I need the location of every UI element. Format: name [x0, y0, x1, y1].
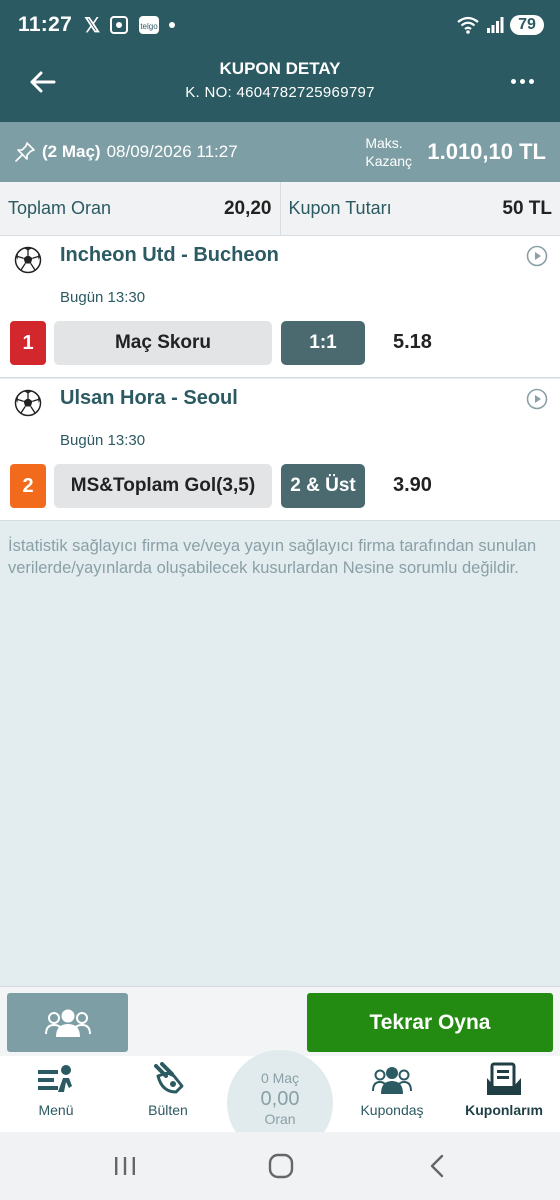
coupon-number: K. NO: 4604782725969797: [185, 84, 375, 101]
bottom-navigation: Menü Bülten 0 Maç 0,00 Oran Kupondaş Kup…: [0, 1050, 560, 1156]
coupon-datetime: 08/09/2026 11:27: [106, 142, 238, 161]
home-button[interactable]: [251, 1148, 311, 1184]
system-navigation-bar: [0, 1132, 560, 1200]
market-name: MS&Toplam Gol(3,5): [54, 464, 272, 508]
bulletin-icon: [154, 1062, 184, 1094]
more-dot: [519, 78, 525, 84]
screenshot-icon: [109, 15, 129, 35]
nav-kuponlarim-label: Kuponlarım: [465, 1102, 543, 1118]
selection-pick: 1:1: [281, 321, 365, 365]
nav-bulletin-label: Bülten: [148, 1102, 188, 1118]
nav-kupondas[interactable]: Kupondaş: [337, 1062, 447, 1126]
nav-kupondas-label: Kupondaş: [360, 1102, 424, 1118]
pin-icon[interactable]: [14, 141, 36, 163]
notification-dot: [169, 22, 176, 28]
nav-kuponlarim[interactable]: Kuponlarım: [449, 1062, 559, 1126]
more-options-button[interactable]: [506, 66, 538, 96]
recent-apps-button[interactable]: [95, 1148, 155, 1184]
max-win-value: 1.010,10 TL: [427, 139, 546, 164]
soccer-ball-icon: [14, 246, 42, 274]
status-icons: 𝕏 telgo: [84, 13, 176, 38]
x-icon: 𝕏: [84, 14, 101, 37]
total-odds-label: Toplam Oran: [8, 198, 112, 218]
signal-icon: [486, 16, 504, 34]
match-time: Bugün 13:30: [60, 289, 146, 306]
match-title[interactable]: Ulsan Hora - Seoul: [60, 387, 238, 410]
selection-odds: 3.90: [393, 474, 432, 496]
max-win-label: Maks. Kazanç: [365, 134, 421, 170]
total-odds: Toplam Oran 20,20: [0, 182, 280, 235]
my-coupons-icon: [487, 1062, 521, 1095]
max-win-label-line2: Kazanç: [365, 153, 413, 169]
slip-odds: 0,00: [260, 1088, 300, 1110]
total-odds-value: 20,20: [223, 197, 272, 219]
more-dot: [510, 78, 516, 84]
nav-menu[interactable]: Menü: [1, 1062, 111, 1126]
battery-level: 79: [510, 15, 544, 35]
app-badge-text: telgo: [141, 22, 159, 31]
coupon-stake: Kupon Tutarı 50 TL: [279, 182, 560, 235]
status-time: 11:27: [18, 13, 73, 36]
replay-button[interactable]: Tekrar Oyna: [307, 993, 553, 1052]
more-dot: [528, 78, 534, 84]
soccer-ball-icon: [14, 389, 42, 417]
selection-pick: 2 & Üst: [281, 464, 365, 508]
totals-row: Toplam Oran 20,20 Kupon Tutarı 50 TL: [0, 182, 560, 236]
match-card[interactable]: Ulsan Hora - Seoul Bugün 13:30 2 MS&Topl…: [0, 379, 560, 521]
page-title: KUPON DETAY: [219, 59, 341, 78]
selection-odds: 5.18: [393, 331, 432, 353]
slip-match-count: 0 Maç: [260, 1070, 300, 1086]
match-number-badge: 1: [10, 321, 46, 365]
match-count: (2 Maç): [42, 142, 101, 161]
app-header: KUPON DETAY K. NO: 4604782725969797: [0, 50, 560, 122]
telegram-app-icon: telgo: [138, 15, 160, 35]
status-right: 79: [456, 15, 544, 35]
coupon-info-band: (2 Maç) 08/09/2026 11:27 Maks. Kazanç 1.…: [0, 122, 560, 182]
nav-bulletin[interactable]: Bülten: [113, 1062, 223, 1126]
action-row: Tekrar Oyna: [0, 986, 560, 1056]
stake-label: Kupon Tutarı: [288, 198, 392, 218]
back-arrow-icon: [30, 71, 56, 93]
nav-menu-label: Menü: [38, 1102, 74, 1118]
system-back-button[interactable]: [407, 1148, 467, 1184]
match-time: Bugün 13:30: [60, 432, 146, 449]
max-win: Maks. Kazanç 1.010,10 TL: [365, 134, 546, 170]
menu-icon: [38, 1065, 72, 1092]
match-card[interactable]: Incheon Utd - Bucheon Bugün 13:30 1 Maç …: [0, 236, 560, 378]
stake-value: 50 TL: [502, 197, 552, 219]
recent-apps-icon: [115, 1157, 135, 1175]
max-win-label-line1: Maks.: [365, 135, 403, 151]
chevron-left-icon: [430, 1154, 444, 1178]
group-users-icon: [44, 1009, 91, 1037]
back-button[interactable]: [24, 64, 60, 100]
match-title[interactable]: Incheon Utd - Bucheon: [60, 244, 279, 267]
status-bar: 11:27 𝕏 telgo 79: [0, 0, 560, 50]
kupondas-share-button[interactable]: [7, 993, 128, 1052]
disclaimer-text: İstatistik sağlayıcı firma ve/veya yayın…: [8, 537, 537, 577]
home-icon: [268, 1153, 294, 1179]
market-name: Maç Skoru: [54, 321, 272, 365]
match-number-badge: 2: [10, 464, 46, 508]
wifi-icon: [456, 15, 480, 35]
group-users-icon: [372, 1067, 412, 1094]
play-circle-icon[interactable]: [526, 245, 548, 267]
header-center: KUPON DETAY K. NO: 4604782725969797: [120, 59, 440, 101]
play-circle-icon[interactable]: [526, 388, 548, 410]
slip-odds-label: Oran: [264, 1111, 296, 1127]
